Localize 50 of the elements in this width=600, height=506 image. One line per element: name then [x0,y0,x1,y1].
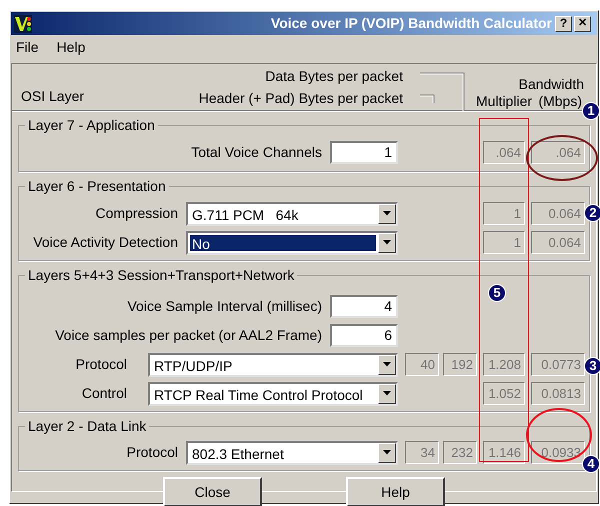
bandwidth-value: .064 [531,141,585,164]
field-label: Voice samples per packet (or AAL2 Frame) [54,326,323,345]
bandwidth-value: 0.064 [531,231,585,254]
bandwidth-value: 0.0773 [531,353,585,376]
dialog-button[interactable]: Help [346,477,445,506]
multiplier-value: 1.052 [483,382,525,405]
section-title: Layers 5+4+3 Session+Transport+Network [27,266,296,285]
field-label: Voice Activity Detection [32,233,179,252]
window-title: Voice over IP (VOIP) Bandwidth Calculator [270,14,553,33]
column-heading: Data Bytes per packet [265,67,403,86]
column-heading: (Mbps) [538,92,582,111]
help-button[interactable]: ? [555,16,572,32]
bandwidth-value: 0.064 [531,202,585,225]
dropdown[interactable]: G.711 PCM 64k [186,202,398,226]
multiplier-value: .064 [483,141,525,164]
multiplier-value: 1 [483,231,525,254]
menu-item[interactable]: Help [56,36,86,58]
field-label: Control [80,384,128,403]
section-title: Layer 2 - Data Link [27,417,148,436]
section-title: Layer 6 - Presentation [27,177,167,196]
number-field[interactable]: 4 [330,295,398,318]
field-label: Compression [94,204,179,223]
column-heading: OSI Layer [21,87,84,106]
bandwidth-value: 0.0933 [531,441,585,464]
multiplier-value: 1.146 [483,441,525,464]
multiplier-value: 1 [483,202,525,225]
menu-item[interactable]: File [16,36,39,58]
data-bytes-value: 192 [443,353,477,376]
number-field[interactable]: 1 [330,141,398,164]
dropdown[interactable]: 802.3 Ethernet [186,440,398,464]
dropdown[interactable]: RTP/UDP/IP [148,352,398,376]
column-heading: Header (+ Pad) Bytes per packet [198,89,403,108]
field-label: Protocol [74,355,128,374]
number-field[interactable]: 6 [330,324,398,347]
section-title: Layer 7 - Application [27,116,156,135]
close-button[interactable]: ✕ [574,16,591,32]
dropdown[interactable]: No [186,230,398,254]
field-label: Protocol [126,443,179,462]
column-heading: Bandwidth [518,75,584,94]
field-label: Voice Sample Interval (millisec) [126,297,323,316]
app-logo-icon [14,14,32,32]
column-heading: Multiplier [476,92,532,111]
dialog-button[interactable]: Close [163,477,262,506]
header-bytes-value: 40 [405,353,439,376]
data-bytes-value: 232 [443,441,477,464]
header-bytes-value: 34 [405,441,439,464]
bandwidth-value: 0.0813 [531,382,585,405]
dropdown[interactable]: RTCP Real Time Control Protocol [148,382,398,406]
multiplier-value: 1.208 [483,353,525,376]
field-label: Total Voice Channels [190,143,323,162]
